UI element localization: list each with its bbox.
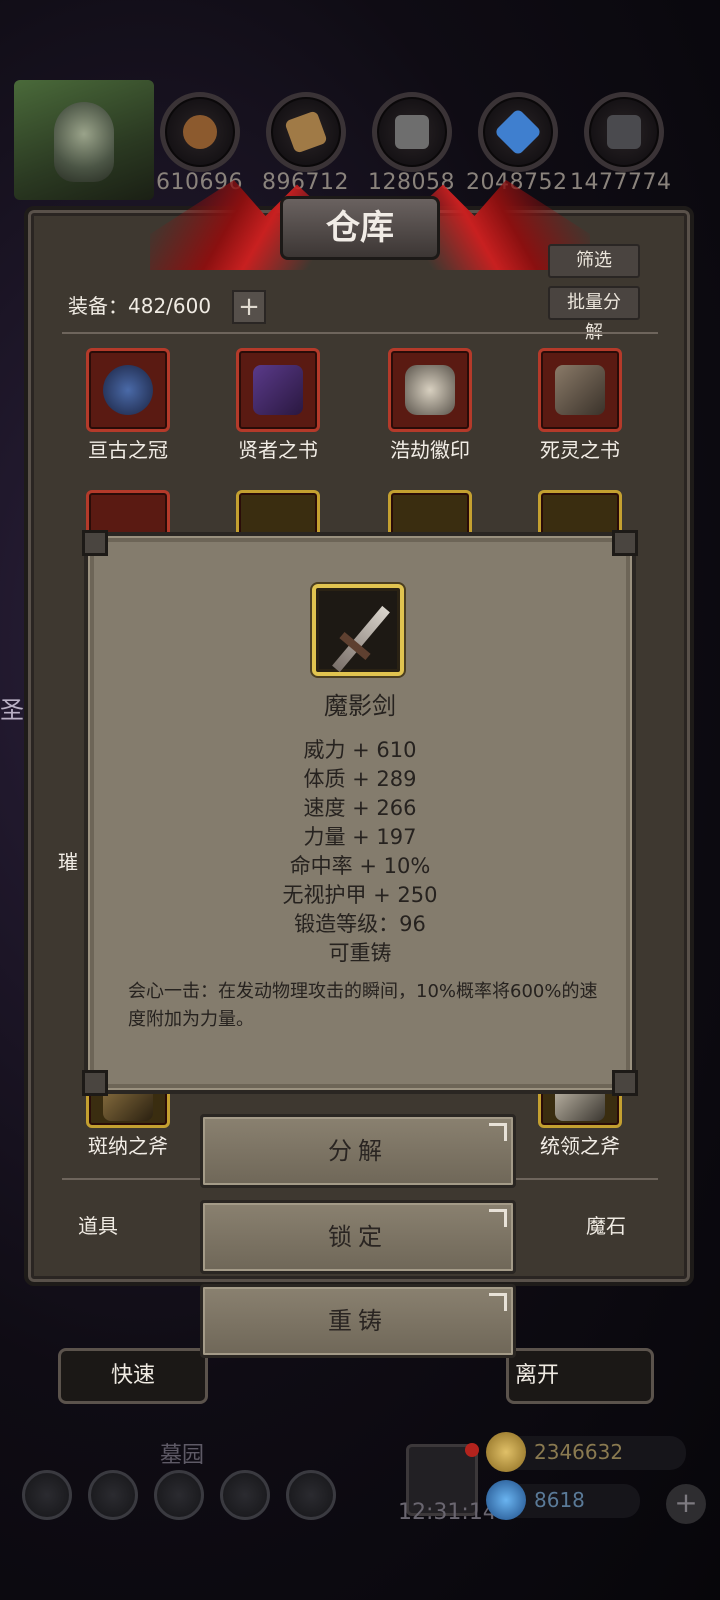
crystal-icon <box>493 107 543 157</box>
item-label: 斑纳之斧 <box>88 1134 168 1158</box>
item-necro-book[interactable]: 死灵之书 <box>510 348 650 463</box>
gem-counter: 8618 <box>486 1480 640 1520</box>
stone-icon <box>395 115 429 149</box>
item-slot <box>538 348 622 432</box>
stat-reforgeable: 可重铸 <box>328 941 392 965</box>
panel-divider <box>62 332 658 334</box>
guild-icon[interactable] <box>286 1470 336 1520</box>
reforge-button[interactable]: 重铸 <box>200 1284 516 1358</box>
bulk-decompose-button[interactable]: 批量分解 <box>548 286 640 343</box>
reforge-label: 重铸 <box>328 1307 388 1335</box>
wood-icon <box>183 115 217 149</box>
resource-stone[interactable] <box>372 92 452 172</box>
tome-icon <box>253 365 303 415</box>
stat-strength: 力量 + 197 <box>303 825 417 849</box>
item-label: 亘古之冠 <box>88 438 168 462</box>
expand-slots-button[interactable]: + <box>232 290 266 324</box>
stat-armor-ignore: 无视护甲 + 250 <box>282 883 438 907</box>
tooltip-corner <box>82 1070 108 1096</box>
gold-coin-icon <box>486 1432 526 1472</box>
resource-plank[interactable] <box>266 92 346 172</box>
settings-icon[interactable] <box>22 1470 72 1520</box>
location-label: 墓园 <box>160 1443 205 1468</box>
decompose-button[interactable]: 分解 <box>200 1114 516 1188</box>
item-sage-book[interactable]: 贤者之书 <box>208 348 348 463</box>
avatar-face <box>54 102 114 182</box>
stat-constitution: 体质 + 289 <box>303 767 417 791</box>
button-corner-ornament <box>489 1209 507 1227</box>
resource-value-iron: 1477774 <box>570 170 672 195</box>
stat-power: 威力 + 610 <box>303 738 417 762</box>
tooltip-item-slot <box>312 584 404 676</box>
tooltip-corner <box>82 530 108 556</box>
mail-icon[interactable] <box>220 1470 270 1520</box>
hidden-item-label: 璀 <box>58 850 78 874</box>
item-slot <box>236 348 320 432</box>
item-label: 浩劫徽印 <box>390 438 470 462</box>
tooltip-corner <box>612 530 638 556</box>
tooltip-corner <box>612 1070 638 1096</box>
gold-value: 2346632 <box>534 1440 624 1464</box>
resource-iron[interactable] <box>584 92 664 172</box>
filter-button[interactable]: 筛选 <box>548 244 640 278</box>
item-label: 统领之斧 <box>540 1134 620 1158</box>
seal-icon <box>405 365 455 415</box>
tooltip-stats: 威力 + 610 体质 + 289 速度 + 266 力量 + 197 命中率 … <box>84 736 636 968</box>
lock-label: 锁定 <box>328 1223 388 1251</box>
lock-button[interactable]: 锁定 <box>200 1200 516 1274</box>
necro-book-icon <box>555 365 605 415</box>
tab-magic-stone[interactable]: 魔石 <box>586 1210 626 1239</box>
character-icon[interactable] <box>154 1470 204 1520</box>
iron-icon <box>607 115 641 149</box>
decompose-label: 分解 <box>328 1137 388 1165</box>
game-clock: 12:31:14 <box>398 1500 497 1525</box>
button-corner-ornament <box>489 1293 507 1311</box>
quick-button-label: 快速 <box>110 1363 155 1388</box>
item-label: 死灵之书 <box>540 438 620 462</box>
button-corner-ornament <box>489 1123 507 1141</box>
stat-speed: 速度 + 266 <box>303 796 417 820</box>
stat-hit-rate: 命中率 + 10% <box>289 854 431 878</box>
item-label: 贤者之书 <box>238 438 318 462</box>
tooltip-item-name: 魔影剑 <box>324 692 396 720</box>
player-avatar[interactable] <box>14 80 154 200</box>
resource-wood[interactable] <box>160 92 240 172</box>
tooltip-description: 会心一击：在发动物理攻击的瞬间，10%概率将600%的速度附加为力量。 <box>128 981 598 1030</box>
item-crown[interactable]: 亘古之冠 <box>58 348 198 463</box>
equip-count: 装备：482/600 <box>68 294 212 318</box>
crown-icon <box>103 365 153 415</box>
background-side-text: 圣 <box>0 696 24 724</box>
leave-button[interactable]: 离开 <box>506 1348 654 1404</box>
stat-forge-level: 锻造等级：96 <box>294 912 426 936</box>
quick-button[interactable]: 快速 <box>58 1348 208 1404</box>
notification-dot <box>465 1443 479 1457</box>
gold-counter: 2346632 <box>486 1432 686 1472</box>
item-slot <box>388 348 472 432</box>
warehouse-title: 仓库 <box>280 196 440 260</box>
resource-crystal[interactable] <box>478 92 558 172</box>
skill-icon[interactable] <box>88 1470 138 1520</box>
item-havoc-seal[interactable]: 浩劫徽印 <box>360 348 500 463</box>
resource-value-plank: 896712 <box>262 170 349 195</box>
tab-items[interactable]: 道具 <box>78 1210 118 1239</box>
leave-button-label: 离开 <box>515 1363 560 1388</box>
plank-icon <box>284 110 328 154</box>
gem-value: 8618 <box>534 1488 585 1512</box>
add-currency-button[interactable]: + <box>666 1484 706 1524</box>
item-slot <box>86 348 170 432</box>
gem-icon <box>486 1480 526 1520</box>
